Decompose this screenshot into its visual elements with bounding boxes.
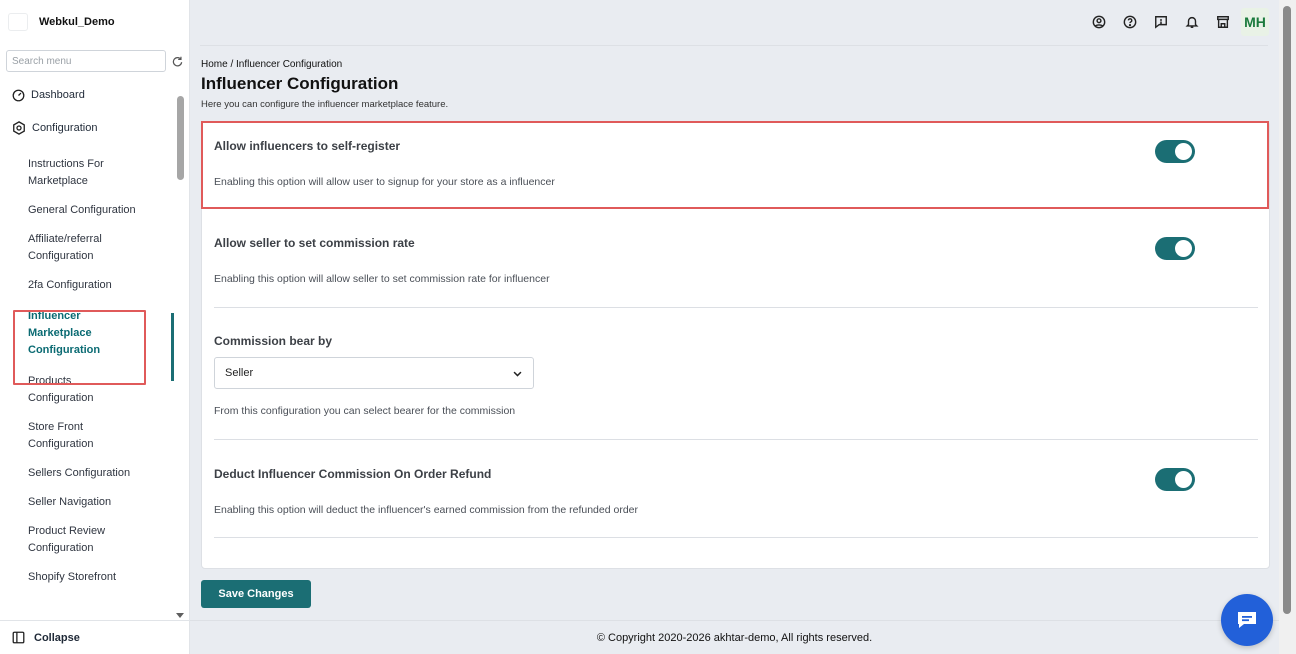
settings-hexagon-icon xyxy=(13,121,25,135)
page-title: Influencer Configuration xyxy=(201,74,399,93)
avatar[interactable]: MH xyxy=(1241,8,1269,36)
collapse-sidebar-icon xyxy=(12,631,25,644)
sidebar-item-seller-navigation[interactable]: Seller Navigation xyxy=(0,488,172,517)
header-actions: MH xyxy=(1083,8,1269,36)
sidebar-item-configuration[interactable]: Configuration xyxy=(0,113,172,143)
commission-bearer-select[interactable]: Seller xyxy=(214,357,534,389)
active-item-highlight xyxy=(13,310,146,385)
chat-icon xyxy=(1238,612,1256,628)
chevron-down-icon xyxy=(513,371,522,377)
setting-description: Enabling this option will deduct the inf… xyxy=(214,504,638,516)
breadcrumb: Home / Influencer Configuration xyxy=(201,59,343,70)
sidebar-item-product-review-configuration[interactable]: Product Review Configuration xyxy=(0,517,172,563)
sidebar-item-sellers-configuration[interactable]: Sellers Configuration xyxy=(0,459,172,488)
sidebar-item-instructions[interactable]: Instructions For Marketplace xyxy=(0,150,172,196)
sidebar: Webkul_Demo Dashboard Configuration Inst… xyxy=(0,0,190,654)
refresh-icon[interactable] xyxy=(170,54,184,68)
sidebar-item-general-configuration[interactable]: General Configuration xyxy=(0,196,172,225)
copyright-text: © Copyright 2020-2026 akhtar-demo, All r… xyxy=(596,631,873,644)
deduct-commission-toggle[interactable] xyxy=(1155,468,1195,491)
select-value: Seller xyxy=(225,367,254,379)
setting-description: From this configuration you can select b… xyxy=(214,405,516,417)
sidebar-item-affiliate-configuration[interactable]: Affiliate/referral Configuration xyxy=(0,225,172,271)
user-circle-icon[interactable] xyxy=(1083,8,1114,36)
save-changes-button[interactable]: Save Changes xyxy=(201,580,311,608)
page-subtitle: Here you can configure the influencer ma… xyxy=(201,99,449,110)
sidebar-scroll-thumb[interactable] xyxy=(177,96,184,180)
bell-icon[interactable] xyxy=(1176,8,1207,36)
sidebar-scrollbar[interactable] xyxy=(175,90,186,618)
sidebar-item-store-front-configuration[interactable]: Store Front Configuration xyxy=(0,413,172,459)
feedback-icon[interactable] xyxy=(1145,8,1176,36)
sidebar-item-label: Dashboard xyxy=(31,89,85,101)
divider xyxy=(214,537,1258,538)
page-scrollbar[interactable] xyxy=(1279,0,1296,654)
active-item-indicator xyxy=(171,313,174,381)
setting-title: Deduct Influencer Commission On Order Re… xyxy=(214,467,492,481)
toggle-knob xyxy=(1175,471,1192,488)
sidebar-item-2fa-configuration[interactable]: 2fa Configuration xyxy=(0,271,172,300)
chat-button[interactable] xyxy=(1221,594,1273,646)
menu-search xyxy=(6,50,184,72)
brand-logo-icon xyxy=(8,13,28,31)
sidebar-item-shopify-storefront[interactable]: Shopify Storefront xyxy=(0,563,172,592)
search-menu-input[interactable] xyxy=(6,50,166,72)
sidebar-item-label: Configuration xyxy=(32,122,98,134)
brand[interactable]: Webkul_Demo xyxy=(8,10,115,34)
collapse-label: Collapse xyxy=(34,631,80,644)
footer: © Copyright 2020-2026 akhtar-demo, All r… xyxy=(190,620,1279,654)
top-header: MH xyxy=(190,0,1279,44)
help-icon[interactable] xyxy=(1114,8,1145,36)
setting-deduct-commission-refund: Deduct Influencer Commission On Order Re… xyxy=(214,440,1258,538)
setting-title: Commission bear by xyxy=(214,334,333,348)
scroll-down-arrow-icon[interactable] xyxy=(176,613,184,618)
brand-name: Webkul_Demo xyxy=(39,16,115,28)
page-scroll-thumb[interactable] xyxy=(1283,6,1291,614)
sidebar-item-dashboard[interactable]: Dashboard xyxy=(0,80,172,110)
collapse-button[interactable]: Collapse xyxy=(0,620,189,654)
store-icon[interactable] xyxy=(1207,8,1238,36)
dashboard-icon xyxy=(12,89,25,101)
header-divider xyxy=(200,45,1268,46)
setting-highlight-box xyxy=(201,121,1269,209)
